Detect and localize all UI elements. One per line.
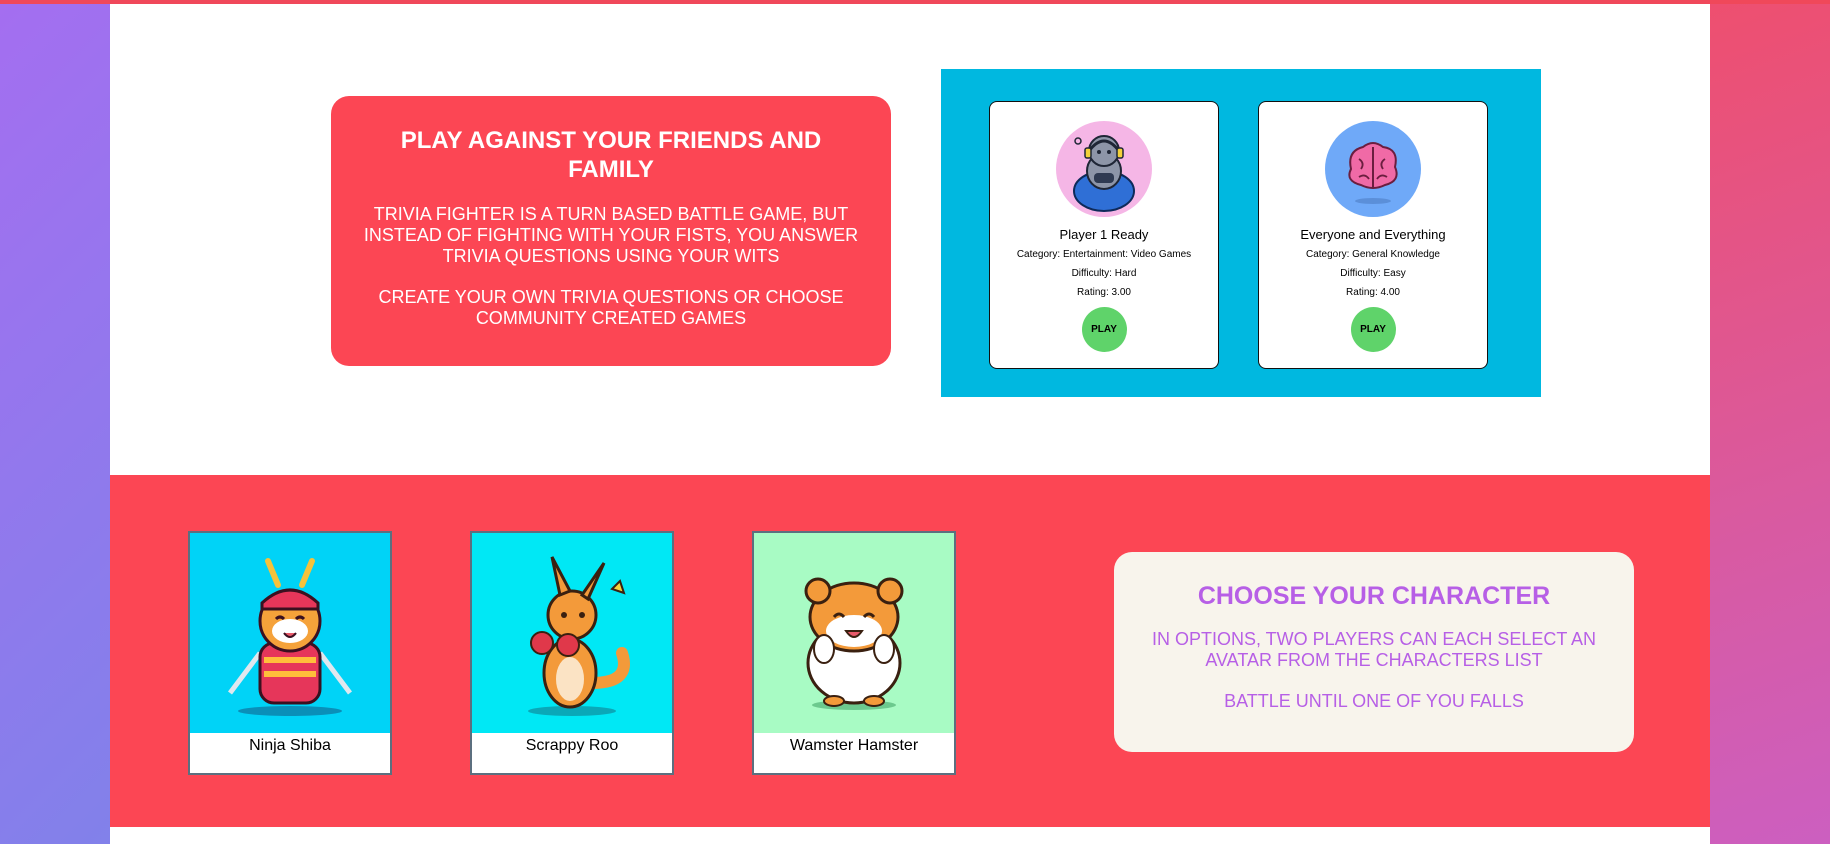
game-card: Player 1 Ready Category: Entertainment: … xyxy=(989,101,1219,369)
game-title: Everyone and Everything xyxy=(1300,227,1446,242)
intro-paragraph-1: TRIVIA FIGHTER IS A TURN BASED BATTLE GA… xyxy=(363,204,859,266)
play-button[interactable]: PLAY xyxy=(1350,307,1396,352)
intro-heading: PLAY AGAINST YOUR FRIENDS AND FAMILY xyxy=(400,127,822,183)
play-button[interactable]: PLAY xyxy=(1081,307,1127,352)
choose-heading: CHOOSE YOUR CHARACTER xyxy=(1197,582,1551,610)
characters-section: Ninja Shiba Scrappy Roo Wamster Hamster … xyxy=(110,475,1710,827)
character-card-scrappy-roo[interactable]: Scrappy Roo xyxy=(470,531,674,775)
intro-paragraph-2: CREATE YOUR OWN TRIVIA QUESTIONS OR CHOO… xyxy=(378,287,844,328)
character-name: Scrappy Roo xyxy=(525,737,619,754)
game-rating: Rating: 3.00 xyxy=(1077,287,1131,298)
intro-card: PLAY AGAINST YOUR FRIENDS AND FAMILY TRI… xyxy=(331,96,891,366)
character-card-ninja-shiba[interactable]: Ninja Shiba xyxy=(188,531,392,775)
featured-games-panel: Player 1 Ready Category: Entertainment: … xyxy=(941,69,1541,397)
background-gradient-right xyxy=(1710,0,1830,844)
brain-icon xyxy=(1325,121,1421,217)
character-card-wamster-hamster[interactable]: Wamster Hamster xyxy=(752,531,956,775)
game-difficulty: Difficulty: Easy xyxy=(1340,268,1406,279)
game-card: Everyone and Everything Category: Genera… xyxy=(1258,101,1488,369)
hamster-icon xyxy=(754,533,954,733)
game-category: Category: General Knowledge xyxy=(1306,249,1440,260)
character-name: Ninja Shiba xyxy=(249,737,331,754)
game-difficulty: Difficulty: Hard xyxy=(1071,268,1137,279)
choose-paragraph-1: IN OPTIONS, TWO PLAYERS CAN EACH SELECT … xyxy=(1151,629,1597,670)
game-rating: Rating: 4.00 xyxy=(1346,287,1400,298)
choose-paragraph-2: BATTLE UNTIL ONE OF YOU FALLS xyxy=(1224,691,1524,711)
samurai-shiba-icon xyxy=(190,533,390,733)
character-name: Wamster Hamster xyxy=(789,737,919,754)
page-content: PLAY AGAINST YOUR FRIENDS AND FAMILY TRI… xyxy=(110,4,1710,844)
boxing-kangaroo-icon xyxy=(472,533,672,733)
gamer-cat-icon xyxy=(1056,121,1152,217)
game-category: Category: Entertainment: Video Games xyxy=(1016,249,1192,260)
game-title: Player 1 Ready xyxy=(1059,227,1149,242)
choose-character-card: CHOOSE YOUR CHARACTER IN OPTIONS, TWO PL… xyxy=(1114,552,1634,752)
